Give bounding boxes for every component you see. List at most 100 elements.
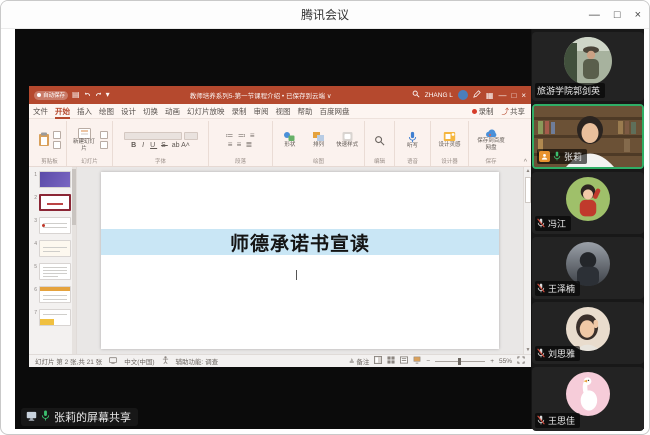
tab-animations[interactable]: 动画 — [165, 104, 180, 119]
reading-view-icon[interactable] — [400, 356, 408, 366]
copy-icon[interactable] — [53, 141, 61, 149]
zoom-out-button[interactable]: − — [426, 358, 430, 365]
save-to-baidu-button[interactable]: 保存到百度网盘 — [477, 129, 505, 151]
dictate-button[interactable]: 听写 — [399, 131, 426, 149]
undo-icon[interactable] — [84, 91, 91, 100]
participant-tile[interactable]: 王泽楠 — [532, 237, 644, 299]
ppt-restore-button[interactable]: □ — [511, 91, 516, 100]
ppt-titlebar: 自动保存 ▤ ▾ 教师培养系列5-第一节课程介绍 • 已保存到云端 ∨ — [29, 86, 531, 104]
slide-title-band: 师德承诺书宣读 — [101, 229, 499, 255]
mic-muted-icon — [537, 218, 545, 230]
redo-icon[interactable] — [95, 91, 102, 100]
slide-thumbnail[interactable]: 1 — [31, 171, 73, 188]
mic-muted-icon — [537, 348, 545, 360]
paste-icon[interactable] — [38, 132, 50, 149]
alignment-icons[interactable]: ≡ ≡ ≣ — [228, 140, 253, 149]
tab-record[interactable]: 录制 — [232, 104, 247, 119]
tab-slideshow[interactable]: 幻灯片放映 — [187, 104, 225, 119]
thumbnail-scrollbar[interactable] — [72, 167, 76, 354]
account-name[interactable]: ZHANG L — [425, 92, 453, 99]
mic-muted-icon — [537, 415, 545, 427]
participant-tile[interactable]: 王思佳 — [532, 367, 644, 431]
meeting-title: 腾讯会议 — [1, 6, 649, 23]
slide-sorter-view-icon[interactable] — [387, 356, 395, 366]
tab-review[interactable]: 审阅 — [254, 104, 269, 119]
new-slide-button[interactable]: 新建幻灯片 — [71, 128, 97, 152]
zoom-slider[interactable] — [435, 361, 485, 362]
ppt-record-button[interactable]: 录制 — [472, 106, 494, 117]
display-settings-icon[interactable] — [109, 357, 117, 366]
normal-view-icon[interactable] — [374, 356, 382, 366]
layout-icon[interactable] — [100, 131, 108, 139]
autosave-toggle[interactable]: 自动保存 — [34, 91, 68, 100]
maximize-button[interactable]: □ — [614, 9, 621, 21]
tab-baidu-netdisk[interactable]: 百度网盘 — [320, 104, 350, 119]
slide-thumbnail[interactable]: 3 — [31, 217, 73, 234]
ribbon-group-editing: 编辑 — [365, 121, 395, 166]
participant-name-tag: 冯江 — [535, 216, 571, 231]
ppt-search-icon[interactable] — [412, 90, 420, 100]
ppt-status-bar: 幻灯片 第 2 张,共 21 张 中文(中国) 辅助功能: 调查 ≜ 备注 — [29, 354, 531, 367]
font-name-box[interactable] — [124, 132, 182, 140]
cut-icon[interactable] — [53, 131, 61, 139]
ppt-doc-title[interactable]: 教师培养系列5-第一节课程介绍 • 已保存到云端 ∨ — [114, 90, 408, 100]
quick-styles-button[interactable]: 快速样式 — [334, 131, 360, 148]
reset-icon[interactable] — [100, 141, 108, 149]
tab-transitions[interactable]: 切换 — [143, 104, 158, 119]
slideshow-view-icon[interactable] — [413, 356, 421, 366]
slide-thumbnail[interactable]: 7 — [31, 309, 73, 326]
tab-file[interactable]: 文件 — [33, 104, 48, 119]
notes-button[interactable]: ≜ 备注 — [349, 356, 369, 366]
quick-access-dropdown-icon[interactable]: ▾ — [106, 91, 110, 99]
slide-thumbnail[interactable]: 4 — [31, 240, 73, 257]
save-icon[interactable]: ▤ — [72, 91, 80, 99]
minimize-button[interactable]: — — [589, 9, 600, 21]
slide-thumbnail-selected[interactable]: 2 — [31, 194, 73, 211]
slide-title[interactable]: 师德承诺书宣读 — [230, 229, 370, 256]
tab-draw[interactable]: 绘图 — [99, 104, 114, 119]
find-button[interactable] — [369, 135, 390, 146]
ppt-close-button[interactable]: × — [521, 91, 526, 100]
slide-thumbnail[interactable]: 6 — [31, 286, 73, 303]
ppt-ribbon-tabs: 文件 开始 插入 绘图 设计 切换 动画 幻灯片放映 录制 审阅 视图 帮助 百… — [29, 104, 531, 119]
ribbon-display-icon[interactable]: ▦ — [486, 91, 494, 100]
slide-thumbnail[interactable]: 5 — [31, 263, 73, 280]
participant-tile[interactable]: 冯江 — [532, 172, 644, 234]
tab-design[interactable]: 设计 — [121, 104, 136, 119]
participant-tile[interactable]: 刘思雅 — [532, 302, 644, 364]
pen-icon[interactable] — [473, 90, 481, 100]
collapse-ribbon-icon[interactable]: ^ — [524, 159, 527, 166]
font-format-buttons[interactable]: B I U S ab A˄ — [131, 142, 190, 149]
font-size-box[interactable] — [184, 132, 198, 140]
ppt-minimize-button[interactable]: — — [498, 91, 506, 100]
tab-view[interactable]: 视图 — [276, 104, 291, 119]
ppt-share-button[interactable]: ⤴共享 — [502, 106, 526, 117]
screen-share-label: 张莉的屏幕共享 — [54, 409, 131, 425]
ribbon-group-slides: 新建幻灯片 幻灯片 — [67, 121, 113, 166]
ribbon-group-paragraph: ≔ ≕ ≡ ≡ ≡ ≣ 段落 — [209, 121, 273, 166]
ribbon-group-drawing: 形状 排列 快速样式 绘图 — [273, 121, 365, 166]
share-icon: ⤴ — [502, 107, 510, 116]
slide[interactable]: 师德承诺书宣读 — [101, 172, 499, 349]
zoom-in-button[interactable]: + — [490, 358, 494, 365]
participant-tile-active-speaker[interactable]: 张莉 — [532, 104, 644, 169]
shapes-button[interactable]: 形状 — [277, 131, 303, 148]
tab-home[interactable]: 开始 — [55, 104, 70, 119]
language-indicator[interactable]: 中文(中国) — [124, 356, 154, 366]
meeting-content: 自动保存 ▤ ▾ 教师培养系列5-第一节课程介绍 • 已保存到云端 ∨ — [15, 29, 644, 429]
arrange-button[interactable]: 排列 — [306, 131, 332, 148]
zoom-level[interactable]: 55% — [499, 358, 512, 365]
tab-help[interactable]: 帮助 — [298, 104, 313, 119]
account-avatar[interactable] — [458, 90, 468, 100]
slide-scrollbar[interactable]: ▲ ▼ — [523, 167, 531, 354]
bullets-numbering-icons[interactable]: ≔ ≕ ≡ — [225, 131, 255, 140]
participant-name-tag: 王思佳 — [535, 413, 580, 428]
participant-tile[interactable]: 旅游学院郭剑英 — [532, 32, 644, 101]
screen-share-overlay[interactable]: 张莉的屏幕共享 — [21, 408, 138, 426]
accessibility-status[interactable]: 辅助功能: 调查 — [176, 356, 219, 366]
fit-to-window-icon[interactable] — [517, 356, 525, 366]
design-ideas-button[interactable]: 设计灵感 — [436, 131, 464, 148]
tab-insert[interactable]: 插入 — [77, 104, 92, 119]
powerpoint-window: 自动保存 ▤ ▾ 教师培养系列5-第一节课程介绍 • 已保存到云端 ∨ — [29, 86, 531, 367]
close-button[interactable]: × — [635, 9, 641, 21]
